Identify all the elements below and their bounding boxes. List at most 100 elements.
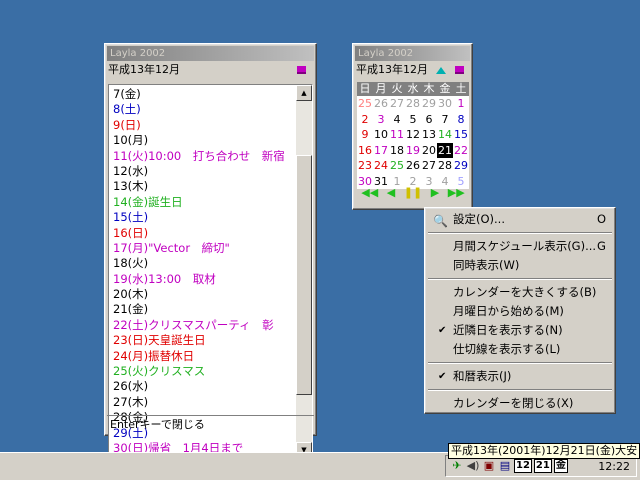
pause-icon[interactable]: ❚❚	[404, 186, 422, 199]
tray-day[interactable]: 21	[533, 459, 552, 473]
calendar-window[interactable]: Layla 2002 平成13年12月 日月火水木金土 25 26 27 28 29 30…	[352, 43, 473, 210]
context-menu: 🔍 設定(O)... O 月間スケジュール表示(G)... G 同時表示(W) カレンダーを…	[424, 207, 616, 414]
calendar-day[interactable]: 4	[389, 111, 405, 127]
calendar-day[interactable]: 23	[357, 158, 373, 174]
menu-item[interactable]: 仕切線を表示する(L)	[427, 340, 613, 359]
list-item[interactable]: 9(日)	[113, 118, 296, 133]
list-item[interactable]: 19(水)13:00 取材	[113, 272, 296, 287]
list-item[interactable]: 26(水)	[113, 379, 296, 394]
list-window-title[interactable]: Layla 2002	[107, 46, 314, 61]
list-item[interactable]: 25(火)クリスマス	[113, 364, 296, 379]
calendar-day[interactable]: 12	[405, 127, 421, 143]
calendar-day[interactable]: 7	[437, 111, 453, 127]
rewind-icon[interactable]: ◀◀	[361, 186, 378, 199]
list-item[interactable]: 12(水)	[113, 164, 296, 179]
clock[interactable]: 12:22	[598, 460, 630, 473]
weekday-label: 火	[389, 82, 405, 96]
calendar-day[interactable]: 1	[453, 96, 469, 112]
list-item[interactable]: 23(日)天皇誕生日	[113, 333, 296, 348]
menu-item[interactable]: 同時表示(W)	[427, 256, 613, 275]
prev-icon[interactable]: ◀	[387, 186, 395, 199]
calendar-day[interactable]: 9	[357, 127, 373, 143]
network-icon[interactable]: ✈	[450, 459, 464, 473]
scroll-up-button[interactable]: ▲	[296, 85, 312, 101]
calendar-day[interactable]: 14	[437, 127, 453, 143]
weekday-label: 金	[437, 82, 453, 96]
scroll-thumb[interactable]	[296, 155, 312, 395]
monitor-icon[interactable]: ▣	[482, 459, 496, 473]
menu-item[interactable]: カレンダーを閉じる(X)	[427, 394, 613, 413]
calendar-day[interactable]: 25	[389, 158, 405, 174]
menu-item-label: 同時表示(W)	[453, 258, 520, 272]
calendar-window-title[interactable]: Layla 2002	[355, 46, 470, 61]
calendar-day[interactable]: 16	[357, 142, 373, 158]
app-icon[interactable]: ▤	[498, 459, 512, 473]
menu-item[interactable]: カレンダーを大きくする(B)	[427, 283, 613, 302]
tray-month[interactable]: 12	[514, 459, 532, 473]
list-item[interactable]: 24(月)振替休日	[113, 349, 296, 364]
close-calendar-icon[interactable]	[455, 66, 464, 74]
calendar-day[interactable]: 17	[373, 142, 389, 158]
list-item[interactable]: 14(金)誕生日	[113, 195, 296, 210]
calendar-day[interactable]: 28	[405, 96, 421, 112]
list-item[interactable]: 27(木)	[113, 395, 296, 410]
weekday-label: 水	[405, 82, 421, 96]
calendar-day[interactable]: 25	[357, 96, 373, 112]
calendar-day[interactable]: 15	[453, 127, 469, 143]
calendar-day[interactable]: 26	[405, 158, 421, 174]
calendar-day[interactable]: 26	[373, 96, 389, 112]
calendar-day[interactable]: 10	[373, 127, 389, 143]
vertical-scrollbar[interactable]: ▲ ▼	[296, 85, 312, 458]
list-item[interactable]: 11(火)10:00 打ち合わせ 新宿	[113, 149, 296, 164]
fast-forward-icon[interactable]: ▶▶	[448, 186, 465, 199]
list-item[interactable]: 21(金)	[113, 302, 296, 317]
list-item[interactable]: 22(土)クリスマスパーティ 彰	[113, 318, 296, 333]
list-item[interactable]: 18(火)	[113, 256, 296, 271]
calendar-day[interactable]: 27	[421, 158, 437, 174]
calendar-day[interactable]: 30	[437, 96, 453, 112]
calendar-day[interactable]: 2	[357, 111, 373, 127]
list-item[interactable]: 20(木)	[113, 287, 296, 302]
volume-icon[interactable]: ◀)	[466, 459, 480, 473]
calendar-day[interactable]: 3	[373, 111, 389, 127]
calendar-day[interactable]: 11	[389, 127, 405, 143]
schedule-list[interactable]: 7(金) 8(土) 9(日) 10(月) 11(火)10:00 打ち合わせ 新宿 12(水…	[108, 84, 313, 459]
calendar-day[interactable]: 6	[421, 111, 437, 127]
calendar-day[interactable]: 28	[437, 158, 453, 174]
date-tooltip: 平成13年(2001年)12月21日(金)大安	[448, 443, 640, 459]
tray-weekday[interactable]: 金	[553, 459, 568, 473]
menu-item[interactable]: 🔍 設定(O)... O	[427, 210, 613, 229]
calendar-day[interactable]: 8	[453, 111, 469, 127]
calendar-today[interactable]: 21	[437, 142, 453, 158]
calendar-day[interactable]: 13	[421, 127, 437, 143]
list-month-label: 平成13年12月	[108, 63, 180, 76]
close-schedule-icon[interactable]	[297, 66, 306, 74]
list-item[interactable]: 13(木)	[113, 179, 296, 194]
calendar-day[interactable]: 29	[453, 158, 469, 174]
calendar-day[interactable]: 20	[421, 142, 437, 158]
calendar-day[interactable]: 29	[421, 96, 437, 112]
menu-item[interactable]: ✔ 近隣日を表示する(N)	[427, 321, 613, 340]
check-icon: ✔	[438, 325, 447, 336]
calendar-week: 16 17 18 19 20 21 22	[357, 142, 469, 158]
menu-separator	[428, 278, 612, 280]
list-item[interactable]: 16(日)	[113, 226, 296, 241]
list-item[interactable]: 15(土)	[113, 210, 296, 225]
menu-item[interactable]: 月曜日から始める(M)	[427, 302, 613, 321]
calendar-day[interactable]: 19	[405, 142, 421, 158]
calendar-day[interactable]: 5	[405, 111, 421, 127]
calendar-day[interactable]: 27	[389, 96, 405, 112]
menu-item[interactable]: 月間スケジュール表示(G)... G	[427, 237, 613, 256]
list-item[interactable]: 10(月)	[113, 133, 296, 148]
calendar-day[interactable]: 18	[389, 142, 405, 158]
calendar-day[interactable]: 24	[373, 158, 389, 174]
schedule-list-window[interactable]: Layla 2002 平成13年12月 7(金) 8(土) 9(日) 10(月) 11(…	[104, 43, 317, 459]
list-item[interactable]: 17(月)"Vector 締切"	[113, 241, 296, 256]
menu-separator	[428, 362, 612, 364]
calendar-day[interactable]: 22	[453, 142, 469, 158]
next-icon[interactable]: ▶	[431, 186, 439, 199]
list-item[interactable]: 7(金)	[113, 87, 296, 102]
list-item[interactable]: 8(土)	[113, 102, 296, 117]
menu-item[interactable]: ✔ 和暦表示(J)	[427, 367, 613, 386]
triangle-up-icon[interactable]	[436, 67, 446, 74]
